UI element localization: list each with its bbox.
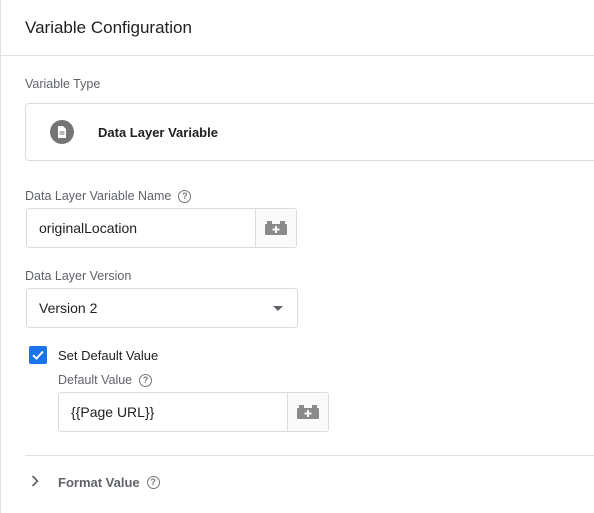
- variable-brick-icon: [265, 221, 287, 235]
- help-icon[interactable]: ?: [139, 373, 153, 387]
- variable-type-label: Variable Type: [25, 77, 100, 91]
- help-icon[interactable]: ?: [178, 189, 192, 203]
- format-value-toggle[interactable]: Format Value ?: [31, 474, 160, 490]
- dlv-name-input[interactable]: originalLocation: [27, 209, 255, 247]
- dlv-name-label: Data Layer Variable Name ?: [25, 189, 192, 203]
- section-divider: [25, 455, 594, 456]
- checkmark-icon: [32, 350, 44, 360]
- variable-type-selector[interactable]: Data Layer Variable: [25, 103, 594, 161]
- dlv-version-label: Data Layer Version: [25, 269, 131, 283]
- variable-type-label-text: Variable Type: [25, 77, 101, 91]
- insert-variable-button[interactable]: [287, 393, 328, 431]
- dlv-version-select[interactable]: Version 2: [26, 288, 298, 328]
- dlv-name-label-text: Data Layer Variable Name: [25, 189, 172, 203]
- variable-config-card: Variable Configuration Variable Type Dat…: [0, 0, 594, 513]
- dlv-version-label-text: Data Layer Version: [25, 269, 132, 283]
- help-icon[interactable]: ?: [146, 475, 160, 489]
- default-value-label: Default Value ?: [58, 373, 153, 387]
- variable-type-value: Data Layer Variable: [98, 124, 218, 140]
- format-value-label: Format Value: [58, 474, 140, 490]
- document-icon: [50, 120, 74, 144]
- default-value-checkbox-label: Set Default Value: [58, 347, 159, 363]
- default-value-checkbox-row[interactable]: Set Default Value: [29, 346, 158, 364]
- insert-variable-button[interactable]: [255, 209, 296, 247]
- dropdown-caret-icon: [273, 305, 283, 311]
- default-value-input[interactable]: {{Page URL}}: [59, 393, 287, 431]
- card-title: Variable Configuration: [25, 17, 192, 37]
- default-value-input-group: {{Page URL}}: [58, 392, 329, 432]
- dlv-version-selected: Version 2: [39, 300, 98, 316]
- card-header: Variable Configuration: [1, 0, 594, 56]
- dlv-name-input-group: originalLocation: [26, 208, 297, 248]
- chevron-right-icon: [31, 474, 45, 490]
- variable-brick-icon: [297, 405, 319, 419]
- default-value-checkbox[interactable]: [29, 346, 47, 364]
- default-value-label-text: Default Value: [58, 373, 133, 387]
